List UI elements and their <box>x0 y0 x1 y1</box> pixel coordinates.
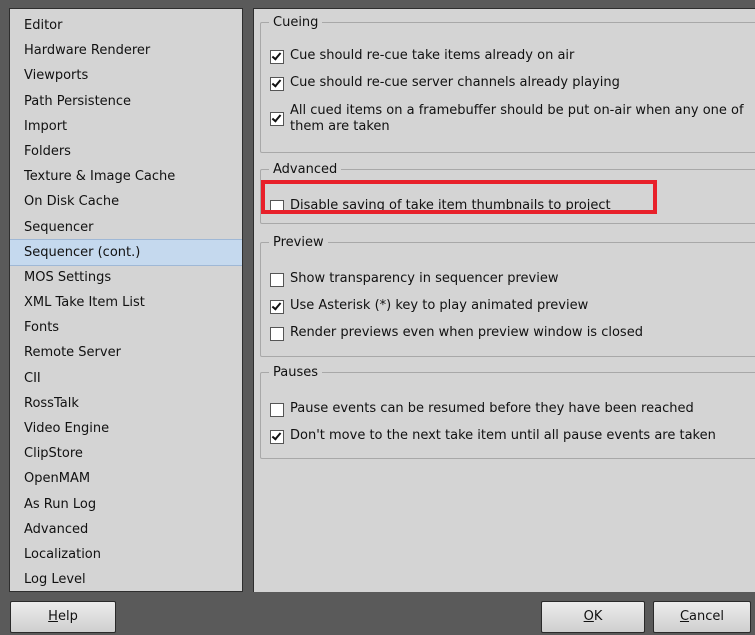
sidebar-item-hardware-renderer[interactable]: Hardware Renderer <box>10 38 242 63</box>
pauses-group-title: Pauses <box>273 365 319 380</box>
sidebar-item-clipstore[interactable]: ClipStore <box>10 441 242 466</box>
help-button-label: elp <box>57 609 78 624</box>
render-previews-option[interactable]: Render previews even when preview window… <box>270 324 643 342</box>
sidebar-item-path-persistence[interactable]: Path Persistence <box>10 89 242 114</box>
sidebar-item-on-disk-cache[interactable]: On Disk Cache <box>10 189 242 214</box>
ok-button-label: K <box>593 609 603 624</box>
preview-group: Preview Show transparency in sequencer p… <box>260 235 755 357</box>
render-previews-label: Render previews even when preview window… <box>290 325 643 340</box>
sidebar-item-as-run-log[interactable]: As Run Log <box>10 492 242 517</box>
show-transparency-option[interactable]: Show transparency in sequencer preview <box>270 270 558 288</box>
disable-thumbnail-saving-option[interactable]: Disable saving of take item thumbnails t… <box>270 197 611 215</box>
ok-button-mnemonic: O <box>583 609 594 624</box>
wait-all-pause-events-checkbox[interactable] <box>270 430 284 444</box>
sidebar-item-viewports[interactable]: Viewports <box>10 63 242 88</box>
settings-category-list[interactable]: Editor Hardware Renderer Viewports Path Per… <box>9 8 243 592</box>
sidebar-item-sequencer[interactable]: Sequencer <box>10 215 242 240</box>
help-button[interactable]: Help <box>10 601 116 633</box>
sidebar-item-xml-take-item-list[interactable]: XML Take Item List <box>10 290 242 315</box>
wait-all-pause-events-label: Don't move to the next take item until a… <box>290 428 716 443</box>
cancel-button[interactable]: Cancel <box>653 601 751 633</box>
show-transparency-checkbox[interactable] <box>270 273 284 287</box>
pause-resume-before-reached-checkbox[interactable] <box>270 403 284 417</box>
preview-group-title: Preview <box>273 235 324 250</box>
sidebar-item-rosstalk[interactable]: RossTalk <box>10 391 242 416</box>
pause-resume-before-reached-option[interactable]: Pause events can be resumed before they … <box>270 400 694 418</box>
render-previews-checkbox[interactable] <box>270 327 284 341</box>
help-button-mnemonic: H <box>48 609 58 624</box>
cue-recue-take-items-option[interactable]: Cue should re-cue take items already on … <box>270 47 574 65</box>
cancel-button-label: ancel <box>689 609 725 624</box>
cue-all-on-framebuffer-checkbox[interactable] <box>270 112 284 126</box>
advanced-group-title: Advanced <box>273 162 338 177</box>
disable-thumbnail-saving-label: Disable saving of take item thumbnails t… <box>290 198 611 213</box>
wait-all-pause-events-option[interactable]: Don't move to the next take item until a… <box>270 427 716 445</box>
ok-button[interactable]: OK <box>541 601 645 633</box>
settings-panel: Cueing Cue should re-cue take items alre… <box>253 8 755 592</box>
use-asterisk-key-label: Use Asterisk (*) key to play animated pr… <box>290 298 589 313</box>
sidebar-item-advanced[interactable]: Advanced <box>10 517 242 542</box>
cueing-group-title: Cueing <box>273 15 319 30</box>
cue-recue-server-channels-option[interactable]: Cue should re-cue server channels alread… <box>270 74 620 92</box>
sidebar-item-cii[interactable]: CII <box>10 366 242 391</box>
show-transparency-label: Show transparency in sequencer preview <box>290 271 559 286</box>
sidebar-item-remote-server[interactable]: Remote Server <box>10 340 242 365</box>
sidebar-item-texture-image-cache[interactable]: Texture & Image Cache <box>10 164 242 189</box>
advanced-group: Advanced Disable saving of take item thu… <box>260 162 755 224</box>
cancel-button-mnemonic: C <box>679 609 690 624</box>
sidebar-item-folders[interactable]: Folders <box>10 139 242 164</box>
cue-recue-take-items-label: Cue should re-cue take items already on … <box>290 48 575 63</box>
cue-all-on-framebuffer-option[interactable]: All cued items on a framebuffer should b… <box>270 103 750 135</box>
pauses-group: Pauses Pause events can be resumed befor… <box>260 365 755 459</box>
use-asterisk-key-option[interactable]: Use Asterisk (*) key to play animated pr… <box>270 297 588 315</box>
sidebar-item-editor[interactable]: Editor <box>10 13 242 38</box>
sidebar-item-localization[interactable]: Localization <box>10 542 242 567</box>
use-asterisk-key-checkbox[interactable] <box>270 300 284 314</box>
sidebar-item-import[interactable]: Import <box>10 114 242 139</box>
sidebar-item-sequencer-cont[interactable]: Sequencer (cont.) <box>10 238 242 266</box>
cue-recue-server-channels-label: Cue should re-cue server channels alread… <box>290 75 620 90</box>
pause-resume-before-reached-label: Pause events can be resumed before they … <box>290 401 694 416</box>
cue-recue-take-items-checkbox[interactable] <box>270 50 284 64</box>
cue-all-on-framebuffer-label: All cued items on a framebuffer should b… <box>290 103 744 134</box>
sidebar-item-video-engine[interactable]: Video Engine <box>10 416 242 441</box>
sidebar-item-mos-settings[interactable]: MOS Settings <box>10 265 242 290</box>
cue-recue-server-channels-checkbox[interactable] <box>270 77 284 91</box>
cueing-group: Cueing Cue should re-cue take items alre… <box>260 15 755 153</box>
sidebar-item-log-level[interactable]: Log Level <box>10 567 242 591</box>
sidebar-item-fonts[interactable]: Fonts <box>10 315 242 340</box>
sidebar-item-openmam[interactable]: OpenMAM <box>10 466 242 491</box>
disable-thumbnail-saving-checkbox[interactable] <box>270 200 284 214</box>
